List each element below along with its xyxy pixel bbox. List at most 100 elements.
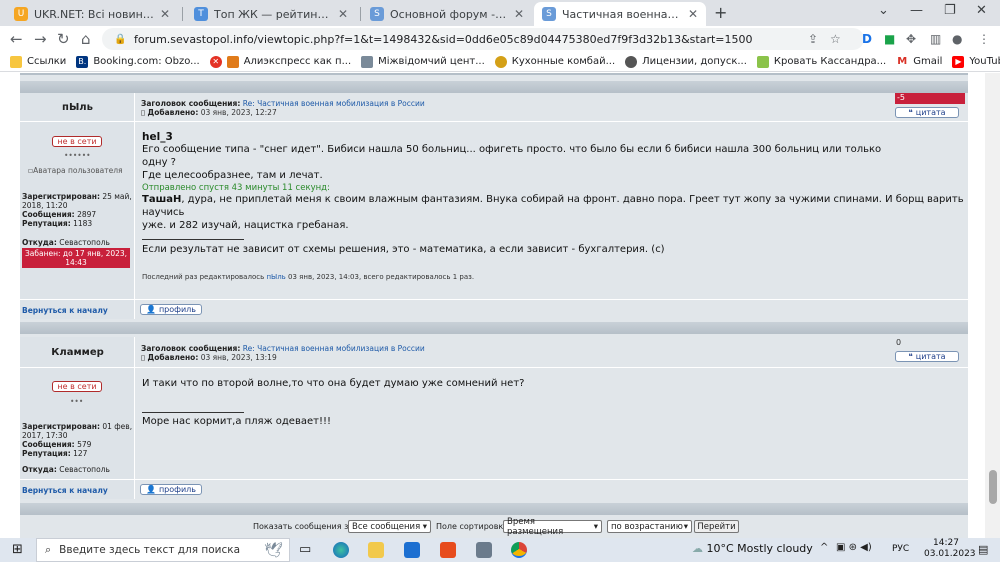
- close-window-button[interactable]: ✕: [976, 3, 987, 18]
- quote-button[interactable]: ❝ цитата: [895, 107, 959, 118]
- order-select[interactable]: по возрастанию ▾: [607, 520, 692, 533]
- from-label: Откуда:: [22, 238, 57, 247]
- profile-icon: 👤: [145, 305, 156, 314]
- tab-main-forum[interactable]: S Основной форум - Sevastopol.in ✕: [362, 2, 532, 26]
- back-to-top-link[interactable]: Вернуться к началу: [22, 306, 108, 315]
- tab-search-chevron-icon[interactable]: ⌄: [878, 3, 889, 18]
- edited-note: Последний раз редактировалось пЫль 03 ян…: [142, 273, 474, 281]
- restore-button[interactable]: ❐: [944, 3, 956, 18]
- language-indicator[interactable]: РУС: [892, 544, 909, 554]
- rating-value: 0: [896, 338, 902, 347]
- bookmark-links[interactable]: Ссылки: [10, 55, 66, 68]
- post-1: пЫль Заголовок сообщения: Re: Частичная …: [20, 93, 968, 319]
- chrome-icon[interactable]: [511, 542, 527, 558]
- notifications-icon[interactable]: ▤: [978, 543, 988, 556]
- lock-icon: 🔒: [114, 34, 127, 45]
- subject-label: Заголовок сообщения:: [141, 344, 241, 353]
- quote-line: Где целесообразнее, там и лечат.: [142, 170, 323, 181]
- profile-button[interactable]: 👤 профиль: [140, 304, 202, 315]
- scrollbar-thumb[interactable]: [989, 470, 997, 504]
- bookmark-star-icon[interactable]: ☆: [830, 32, 841, 46]
- aliexpress-icon: ✕: [209, 55, 222, 68]
- tab-ukrnet[interactable]: U UKR.NET: Всі новини України, ос ✕: [6, 2, 178, 26]
- post-icon: ▯: [141, 353, 146, 362]
- home-icon[interactable]: ⌂: [81, 30, 91, 48]
- from-value: Севастополь: [59, 238, 110, 247]
- profile-avatar-icon[interactable]: ●: [952, 32, 962, 46]
- site-favicon-icon: Т: [194, 7, 208, 21]
- show-select[interactable]: Все сообщения ▾: [348, 520, 431, 533]
- quote-button[interactable]: ❝ цитата: [895, 351, 959, 362]
- bookmark-licenses[interactable]: Лицензии, допуск...: [625, 55, 747, 68]
- sort-select[interactable]: Время размещения ▾: [503, 517, 602, 537]
- back-arrow-icon[interactable]: ←: [10, 30, 23, 48]
- site-icon: [756, 55, 769, 68]
- reload-icon[interactable]: ↻: [57, 30, 70, 48]
- dropdown-arrow-icon: ▾: [422, 521, 427, 532]
- bookmark-center[interactable]: Міжвідомчий цент...: [361, 55, 485, 68]
- clock-date: 03.01.2023: [924, 549, 976, 559]
- clock[interactable]: 14:27 03.01.2023: [924, 538, 976, 560]
- post-author[interactable]: Кламмер: [20, 347, 135, 358]
- taskbar-search[interactable]: ⌕ Введите здесь текст для поиска 🕊: [36, 538, 290, 562]
- side-panel-icon[interactable]: ▥: [930, 32, 941, 46]
- close-tab-icon[interactable]: ✕: [514, 7, 524, 21]
- gmail-icon: M: [896, 55, 909, 68]
- tab-top-zhk[interactable]: Т Топ ЖК — рейтинг постов бло ✕: [186, 2, 356, 26]
- close-tab-icon[interactable]: ✕: [160, 7, 170, 21]
- back-to-top-link[interactable]: Вернуться к началу: [22, 486, 108, 495]
- edge-icon[interactable]: [333, 542, 349, 558]
- tab-mobilization[interactable]: S Частичная военная мобилизаци ✕: [534, 2, 706, 26]
- tab-title: Частичная военная мобилизаци: [562, 7, 682, 21]
- extensions-puzzle-icon[interactable]: ✥: [906, 32, 916, 46]
- post-2: Кламмер Заголовок сообщения: Re: Частичн…: [20, 337, 968, 499]
- post-author[interactable]: пЫль: [20, 102, 135, 113]
- bookmark-kitchen[interactable]: Кухонные комбай...: [494, 55, 616, 68]
- weather-widget[interactable]: ☁ 10°C Mostly cloudy: [692, 542, 813, 555]
- close-tab-icon[interactable]: ✕: [688, 7, 698, 21]
- extension-d-icon[interactable]: D: [862, 32, 872, 46]
- office-icon[interactable]: [440, 542, 456, 558]
- banned-badge: Забанен: до 17 янв, 2023, 14:43: [22, 248, 130, 268]
- search-highlight-bird-icon: 🕊: [263, 541, 283, 559]
- task-view-icon[interactable]: ▭: [299, 542, 315, 558]
- avatar: ▫Аватара пользователя: [28, 166, 123, 175]
- file-explorer-icon[interactable]: [368, 542, 384, 558]
- forum-topic: пЫль Заголовок сообщения: Re: Частичная …: [20, 73, 968, 538]
- address-bar[interactable]: 🔒 forum.sevastopol.info/viewtopic.php?f=…: [102, 28, 864, 50]
- share-icon[interactable]: ⇪: [808, 32, 818, 46]
- windows-start-icon[interactable]: ⊞: [12, 542, 23, 557]
- page-scrollbar[interactable]: [985, 73, 1000, 538]
- youtube-icon: ▶: [952, 55, 965, 68]
- bookmark-label: Кухонные комбай...: [511, 56, 616, 67]
- status-badge: не в сети: [52, 136, 102, 147]
- bookmark-bed[interactable]: Кровать Кассандра...: [756, 55, 886, 68]
- bookmark-youtube[interactable]: ▶ YouTube: [952, 55, 1000, 68]
- extension-green-icon[interactable]: ■: [884, 32, 895, 46]
- subject-link[interactable]: Re: Частичная военная мобилизация в Росс…: [243, 99, 425, 108]
- bookmark-booking[interactable]: B. Booking.com: Obzo...: [76, 55, 200, 68]
- new-tab-button[interactable]: +: [714, 3, 727, 22]
- tray-chevron-icon[interactable]: ^: [820, 542, 828, 553]
- menu-kebab-icon[interactable]: ⋮: [978, 32, 990, 46]
- bookmarks-bar: Ссылки B. Booking.com: Obzo... ✕ Алиэкспре…: [0, 52, 1000, 72]
- reply-line: уже. и 282 изучай, нацистка гребаная.: [142, 220, 349, 231]
- go-button[interactable]: Перейти: [694, 520, 739, 533]
- subject-link[interactable]: Re: Частичная военная мобилизация в Росс…: [243, 344, 425, 353]
- edited-by-link[interactable]: пЫль: [266, 273, 285, 281]
- mail-icon[interactable]: [404, 542, 420, 558]
- calculator-icon[interactable]: [476, 542, 492, 558]
- quote-label: цитата: [915, 108, 946, 117]
- minimize-button[interactable]: —: [910, 3, 923, 18]
- forward-arrow-icon[interactable]: →: [34, 30, 47, 48]
- location: Откуда: Севастополь: [22, 238, 110, 247]
- user-info: Зарегистрирован: 01 фев, 2017, 17:30 Соо…: [22, 422, 134, 458]
- bookmark-aliexpress[interactable]: ✕ Алиэкспресс как п...: [209, 55, 352, 68]
- profile-button[interactable]: 👤 профиль: [140, 484, 202, 495]
- tray-icons[interactable]: ▣ ⊛ ◀): [836, 542, 872, 553]
- post-separator: [20, 322, 968, 334]
- bookmark-label: Алиэкспресс как п...: [243, 56, 352, 67]
- bookmark-gmail[interactable]: M Gmail: [896, 55, 942, 68]
- from-value: Севастополь: [59, 465, 110, 474]
- close-tab-icon[interactable]: ✕: [338, 7, 348, 21]
